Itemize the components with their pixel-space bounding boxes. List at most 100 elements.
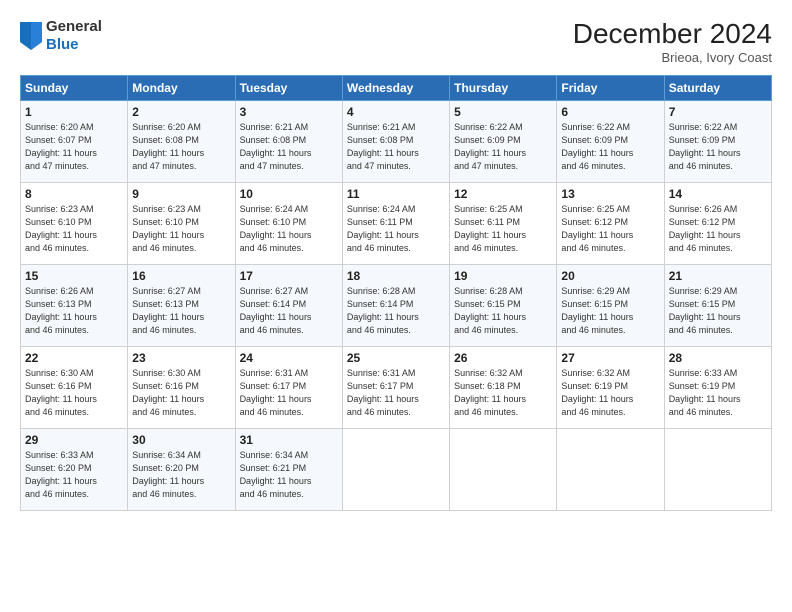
- calendar-cell: 21 Sunrise: 6:29 AMSunset: 6:15 PMDaylig…: [664, 265, 771, 347]
- day-info: Sunrise: 6:28 AMSunset: 6:15 PMDaylight:…: [454, 285, 552, 337]
- calendar-cell: 30 Sunrise: 6:34 AMSunset: 6:20 PMDaylig…: [128, 429, 235, 511]
- calendar-cell: 7 Sunrise: 6:22 AMSunset: 6:09 PMDayligh…: [664, 101, 771, 183]
- day-info: Sunrise: 6:20 AMSunset: 6:07 PMDaylight:…: [25, 121, 123, 173]
- day-info: Sunrise: 6:25 AMSunset: 6:11 PMDaylight:…: [454, 203, 552, 255]
- calendar-cell: 15 Sunrise: 6:26 AMSunset: 6:13 PMDaylig…: [21, 265, 128, 347]
- calendar-body: 1 Sunrise: 6:20 AMSunset: 6:07 PMDayligh…: [21, 101, 772, 511]
- day-info: Sunrise: 6:27 AMSunset: 6:13 PMDaylight:…: [132, 285, 230, 337]
- title-block: December 2024 Brieoa, Ivory Coast: [573, 18, 772, 65]
- calendar-cell: 19 Sunrise: 6:28 AMSunset: 6:15 PMDaylig…: [450, 265, 557, 347]
- day-info: Sunrise: 6:25 AMSunset: 6:12 PMDaylight:…: [561, 203, 659, 255]
- week-row-3: 15 Sunrise: 6:26 AMSunset: 6:13 PMDaylig…: [21, 265, 772, 347]
- day-number: 9: [132, 187, 230, 201]
- week-row-2: 8 Sunrise: 6:23 AMSunset: 6:10 PMDayligh…: [21, 183, 772, 265]
- calendar-header: Sunday Monday Tuesday Wednesday Thursday…: [21, 76, 772, 101]
- calendar-cell: 2 Sunrise: 6:20 AMSunset: 6:08 PMDayligh…: [128, 101, 235, 183]
- day-number: 30: [132, 433, 230, 447]
- calendar-cell: 12 Sunrise: 6:25 AMSunset: 6:11 PMDaylig…: [450, 183, 557, 265]
- day-number: 5: [454, 105, 552, 119]
- calendar-cell: [664, 429, 771, 511]
- week-row-1: 1 Sunrise: 6:20 AMSunset: 6:07 PMDayligh…: [21, 101, 772, 183]
- day-info: Sunrise: 6:23 AMSunset: 6:10 PMDaylight:…: [132, 203, 230, 255]
- day-info: Sunrise: 6:26 AMSunset: 6:13 PMDaylight:…: [25, 285, 123, 337]
- day-number: 10: [240, 187, 338, 201]
- day-number: 26: [454, 351, 552, 365]
- calendar-cell: 27 Sunrise: 6:32 AMSunset: 6:19 PMDaylig…: [557, 347, 664, 429]
- logo-icon: [20, 22, 42, 50]
- day-info: Sunrise: 6:29 AMSunset: 6:15 PMDaylight:…: [561, 285, 659, 337]
- header-row: Sunday Monday Tuesday Wednesday Thursday…: [21, 76, 772, 101]
- day-number: 6: [561, 105, 659, 119]
- calendar-cell: 26 Sunrise: 6:32 AMSunset: 6:18 PMDaylig…: [450, 347, 557, 429]
- calendar-cell: 14 Sunrise: 6:26 AMSunset: 6:12 PMDaylig…: [664, 183, 771, 265]
- calendar-cell: 10 Sunrise: 6:24 AMSunset: 6:10 PMDaylig…: [235, 183, 342, 265]
- col-tuesday: Tuesday: [235, 76, 342, 101]
- day-number: 31: [240, 433, 338, 447]
- calendar-cell: 3 Sunrise: 6:21 AMSunset: 6:08 PMDayligh…: [235, 101, 342, 183]
- day-number: 11: [347, 187, 445, 201]
- week-row-4: 22 Sunrise: 6:30 AMSunset: 6:16 PMDaylig…: [21, 347, 772, 429]
- location-subtitle: Brieoa, Ivory Coast: [573, 50, 772, 65]
- logo-general: General: [46, 18, 102, 35]
- day-number: 25: [347, 351, 445, 365]
- day-info: Sunrise: 6:34 AMSunset: 6:20 PMDaylight:…: [132, 449, 230, 501]
- calendar-cell: 8 Sunrise: 6:23 AMSunset: 6:10 PMDayligh…: [21, 183, 128, 265]
- month-title: December 2024: [573, 18, 772, 50]
- logo-text: General Blue: [46, 18, 102, 54]
- day-info: Sunrise: 6:30 AMSunset: 6:16 PMDaylight:…: [25, 367, 123, 419]
- day-number: 16: [132, 269, 230, 283]
- week-row-5: 29 Sunrise: 6:33 AMSunset: 6:20 PMDaylig…: [21, 429, 772, 511]
- day-info: Sunrise: 6:21 AMSunset: 6:08 PMDaylight:…: [347, 121, 445, 173]
- day-info: Sunrise: 6:31 AMSunset: 6:17 PMDaylight:…: [240, 367, 338, 419]
- day-info: Sunrise: 6:23 AMSunset: 6:10 PMDaylight:…: [25, 203, 123, 255]
- header: General Blue December 2024 Brieoa, Ivory…: [20, 18, 772, 65]
- day-number: 29: [25, 433, 123, 447]
- day-number: 23: [132, 351, 230, 365]
- logo: General Blue: [20, 18, 102, 54]
- day-number: 22: [25, 351, 123, 365]
- day-info: Sunrise: 6:29 AMSunset: 6:15 PMDaylight:…: [669, 285, 767, 337]
- day-info: Sunrise: 6:32 AMSunset: 6:19 PMDaylight:…: [561, 367, 659, 419]
- logo-blue: Blue: [46, 36, 79, 53]
- day-number: 7: [669, 105, 767, 119]
- calendar-cell: 4 Sunrise: 6:21 AMSunset: 6:08 PMDayligh…: [342, 101, 449, 183]
- calendar-cell: 6 Sunrise: 6:22 AMSunset: 6:09 PMDayligh…: [557, 101, 664, 183]
- day-number: 19: [454, 269, 552, 283]
- day-number: 2: [132, 105, 230, 119]
- calendar-cell: 1 Sunrise: 6:20 AMSunset: 6:07 PMDayligh…: [21, 101, 128, 183]
- day-info: Sunrise: 6:33 AMSunset: 6:19 PMDaylight:…: [669, 367, 767, 419]
- col-wednesday: Wednesday: [342, 76, 449, 101]
- day-info: Sunrise: 6:22 AMSunset: 6:09 PMDaylight:…: [561, 121, 659, 173]
- calendar-cell: [557, 429, 664, 511]
- day-info: Sunrise: 6:27 AMSunset: 6:14 PMDaylight:…: [240, 285, 338, 337]
- day-number: 18: [347, 269, 445, 283]
- day-info: Sunrise: 6:24 AMSunset: 6:11 PMDaylight:…: [347, 203, 445, 255]
- day-info: Sunrise: 6:28 AMSunset: 6:14 PMDaylight:…: [347, 285, 445, 337]
- calendar-cell: 16 Sunrise: 6:27 AMSunset: 6:13 PMDaylig…: [128, 265, 235, 347]
- col-monday: Monday: [128, 76, 235, 101]
- calendar-cell: 29 Sunrise: 6:33 AMSunset: 6:20 PMDaylig…: [21, 429, 128, 511]
- day-number: 20: [561, 269, 659, 283]
- day-number: 3: [240, 105, 338, 119]
- calendar-cell: 24 Sunrise: 6:31 AMSunset: 6:17 PMDaylig…: [235, 347, 342, 429]
- calendar-cell: 25 Sunrise: 6:31 AMSunset: 6:17 PMDaylig…: [342, 347, 449, 429]
- day-number: 24: [240, 351, 338, 365]
- day-number: 15: [25, 269, 123, 283]
- col-saturday: Saturday: [664, 76, 771, 101]
- calendar-cell: 23 Sunrise: 6:30 AMSunset: 6:16 PMDaylig…: [128, 347, 235, 429]
- col-sunday: Sunday: [21, 76, 128, 101]
- calendar-cell: 28 Sunrise: 6:33 AMSunset: 6:19 PMDaylig…: [664, 347, 771, 429]
- calendar-cell: [450, 429, 557, 511]
- day-number: 8: [25, 187, 123, 201]
- day-info: Sunrise: 6:22 AMSunset: 6:09 PMDaylight:…: [454, 121, 552, 173]
- col-thursday: Thursday: [450, 76, 557, 101]
- day-info: Sunrise: 6:21 AMSunset: 6:08 PMDaylight:…: [240, 121, 338, 173]
- calendar-cell: 9 Sunrise: 6:23 AMSunset: 6:10 PMDayligh…: [128, 183, 235, 265]
- day-info: Sunrise: 6:22 AMSunset: 6:09 PMDaylight:…: [669, 121, 767, 173]
- calendar-cell: [342, 429, 449, 511]
- calendar-cell: 20 Sunrise: 6:29 AMSunset: 6:15 PMDaylig…: [557, 265, 664, 347]
- day-number: 21: [669, 269, 767, 283]
- calendar-table: Sunday Monday Tuesday Wednesday Thursday…: [20, 75, 772, 511]
- day-number: 17: [240, 269, 338, 283]
- calendar-cell: 11 Sunrise: 6:24 AMSunset: 6:11 PMDaylig…: [342, 183, 449, 265]
